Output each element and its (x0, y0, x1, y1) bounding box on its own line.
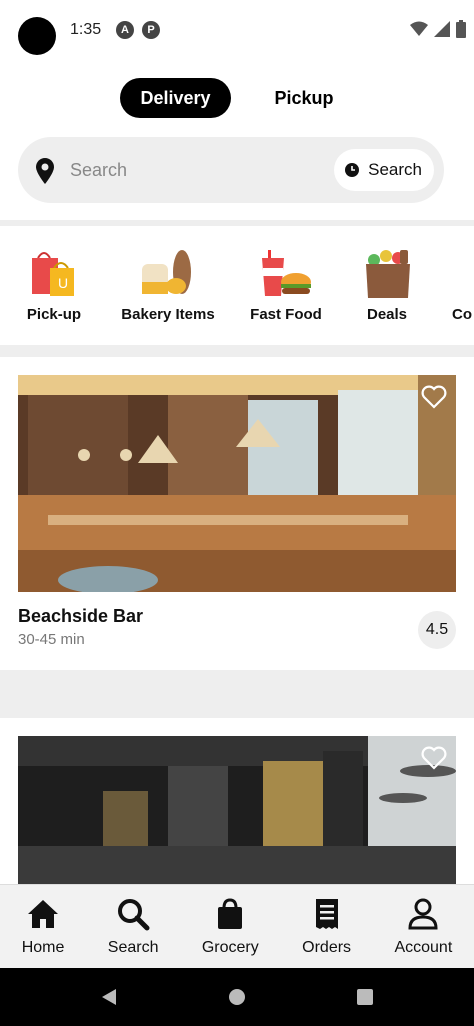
category-deals[interactable]: Deals (358, 248, 416, 323)
receipt-icon (315, 899, 338, 929)
partial-category-icon (452, 248, 474, 300)
camera-cutout (18, 17, 56, 55)
grocery-bag-icon (358, 248, 418, 300)
nav-account[interactable]: Account (394, 897, 452, 957)
restaurant-card[interactable]: Beachside Bar 30-45 min 4.5 (18, 375, 456, 655)
signal-icon (434, 21, 450, 37)
tab-delivery[interactable]: Delivery (120, 78, 231, 118)
shopping-bags-icon: U (24, 248, 84, 300)
category-label: Pick-up (26, 306, 82, 323)
category-partial[interactable]: Co (452, 248, 474, 323)
recents-icon[interactable] (356, 988, 374, 1006)
restaurant-photo (18, 375, 456, 592)
favorite-heart-icon[interactable] (420, 383, 448, 411)
nav-label: Home (21, 939, 65, 956)
category-pick-up[interactable]: U Pick-up (24, 248, 84, 323)
bread-icon (138, 248, 198, 300)
home-icon (28, 900, 59, 928)
category-bakery-items[interactable]: Bakery Items (118, 248, 218, 323)
wifi-icon (410, 21, 428, 36)
location-pin-icon (36, 158, 54, 184)
p-badge-icon: P (142, 21, 160, 39)
category-label: Bakery Items (121, 306, 215, 323)
rating-badge: 4.5 (418, 611, 456, 649)
category-label: Fast Food (250, 306, 322, 323)
svg-text:U: U (58, 275, 68, 291)
bottom-navigation: Home Search Grocery Orders Account (0, 884, 474, 968)
nav-search[interactable]: Search (107, 897, 159, 957)
shopping-bag-icon (218, 898, 243, 929)
section-divider (0, 220, 474, 226)
category-label: Deals (366, 306, 408, 323)
burger-drink-icon (256, 248, 316, 300)
status-bar: 1:35 A P (0, 0, 474, 60)
status-time: 1:35 (70, 21, 102, 38)
nav-label: Account (394, 939, 453, 956)
search-button[interactable]: Search (334, 149, 434, 191)
nav-grocery[interactable]: Grocery (202, 897, 259, 957)
search-bar: Search (18, 137, 444, 203)
delivery-time: 30-45 min (18, 631, 85, 648)
nav-label: Search (107, 939, 159, 956)
clock-icon (345, 163, 360, 177)
system-navigation-bar (0, 968, 474, 1026)
restaurant-photo (18, 736, 456, 884)
search-button-label: Search (368, 160, 422, 179)
a-badge-icon: A (116, 21, 134, 39)
section-divider (0, 345, 474, 357)
battery-icon (456, 20, 466, 38)
status-icons (410, 20, 466, 38)
favorite-heart-icon[interactable] (420, 744, 448, 772)
nav-home[interactable]: Home (21, 897, 65, 957)
back-icon[interactable] (100, 988, 118, 1006)
home-circle-icon[interactable] (228, 988, 246, 1006)
category-label: Co (452, 306, 472, 323)
search-input[interactable] (70, 155, 330, 185)
category-fast-food[interactable]: Fast Food (250, 248, 322, 323)
nav-label: Orders (302, 939, 352, 956)
restaurant-card[interactable] (18, 736, 456, 884)
search-icon (118, 899, 150, 931)
restaurant-name: Beachside Bar (18, 606, 144, 626)
delivery-mode-tabs: Delivery Pickup (0, 78, 474, 118)
section-divider (0, 670, 474, 718)
account-icon (408, 898, 438, 930)
nav-orders[interactable]: Orders (302, 897, 351, 957)
tab-pickup[interactable]: Pickup (255, 78, 354, 118)
nav-label: Grocery (201, 939, 259, 956)
category-row: U Pick-up Bakery Items Fast Food Deals C… (0, 248, 474, 328)
